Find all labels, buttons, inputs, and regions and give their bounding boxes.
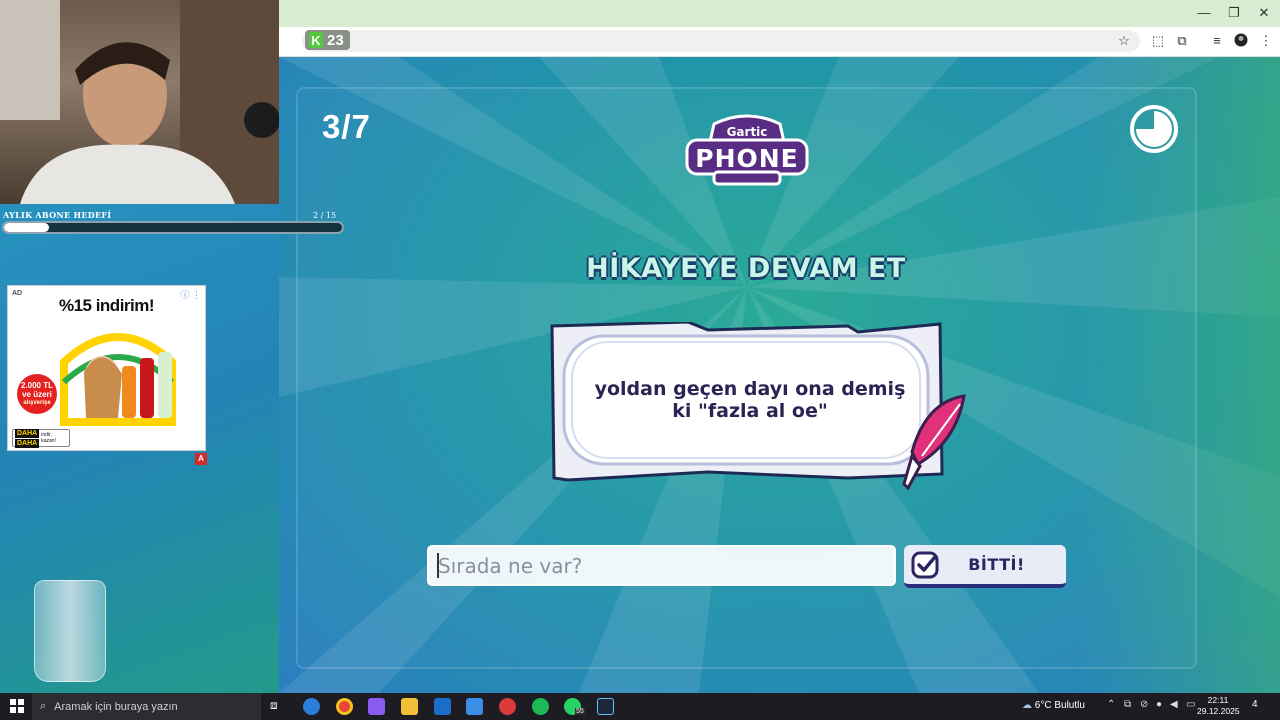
done-button-label: BİTTİ!	[968, 555, 1025, 574]
sub-goal-progress-bar	[2, 221, 344, 234]
steam-icon[interactable]	[597, 698, 614, 715]
gartic-phone-logo: Gartic PHONE	[685, 114, 809, 186]
edge-browser-icon[interactable]	[303, 698, 320, 715]
done-button[interactable]: BİTTİ!	[904, 545, 1066, 588]
volume-icon[interactable]: ◀	[1170, 699, 1178, 710]
ad-headline: %15 indirim!	[58, 296, 155, 315]
search-icon: ⌕	[40, 700, 47, 712]
windows-taskbar: ⌕ Aramak için buraya yazın ⧈ 55 ☁ 6°C Bu…	[0, 693, 1280, 720]
restore-button[interactable]: ❐	[1224, 5, 1244, 21]
ad-brand-line2: DAHA	[15, 438, 40, 448]
ad-choices-badge[interactable]: A	[195, 453, 207, 465]
profile-avatar-icon[interactable]	[1233, 33, 1249, 50]
media-control-icon[interactable]: ≡	[1209, 33, 1225, 48]
whatsapp-badge: 55	[575, 708, 585, 715]
sub-goal-progress-fill	[4, 223, 50, 232]
story-input-field[interactable]	[427, 545, 896, 586]
ad-brand-logo: DAHA DAHA indir, kazan!	[12, 428, 70, 448]
browser-menu-icon[interactable]: ⋮	[1258, 33, 1274, 49]
close-window-button[interactable]: ✕	[1254, 5, 1274, 21]
windows-start-icon[interactable]	[10, 699, 24, 713]
microphone-icon[interactable]: ●	[1156, 699, 1162, 710]
checkmark-icon	[911, 551, 939, 578]
extension-badge-count: 23	[327, 31, 344, 49]
logo-phone-text: PHONE	[695, 144, 799, 173]
round-timer-icon	[1130, 105, 1178, 153]
obs-studio-icon[interactable]	[499, 698, 516, 715]
instruction-heading: HİKAYEYE DEVAM ET	[586, 253, 906, 284]
ad-brand-line1: DAHA	[15, 428, 40, 438]
extensions-puzzle-icon[interactable]: ⧉	[1174, 33, 1190, 49]
story-input[interactable]	[429, 547, 894, 584]
clock-time: 22:11	[1207, 695, 1229, 705]
tray-app-icon[interactable]: ⧉	[1124, 699, 1131, 710]
sub-goal-label: AYLIK ABONE HEDEFİ	[3, 210, 112, 220]
bookmark-star-icon[interactable]: ☆	[1116, 33, 1132, 49]
address-bar[interactable]	[302, 30, 1140, 52]
taskbar-search-placeholder: Aramak için buraya yazın	[54, 700, 178, 713]
ad-brand-slogan2: kazan!	[41, 438, 56, 444]
logo-gartic-text: Gartic	[727, 125, 768, 139]
outlook-icon[interactable]	[434, 698, 451, 715]
notification-center-icon[interactable]: 4	[1252, 699, 1258, 710]
ad-product-image	[60, 333, 176, 426]
webcam-feed	[0, 0, 279, 204]
text-caret	[437, 553, 439, 578]
taskbar-weather[interactable]: ☁ 6°C Bulutlu	[1022, 700, 1085, 711]
ad-discount-badge: 2.000 TL ve üzeri alışverişe	[17, 374, 57, 414]
drinking-glass-overlay	[34, 580, 106, 682]
cloud-icon: ☁	[1022, 700, 1032, 711]
tray-mute-icon[interactable]: ⊘	[1140, 699, 1148, 710]
screenshot-extension-icon[interactable]: ⬚	[1150, 33, 1166, 49]
round-counter: 3/7	[322, 108, 371, 145]
minimize-button[interactable]: —	[1194, 5, 1214, 20]
previous-story-text: yoldan geçen dayı ona demiş ki "fazla al…	[594, 378, 906, 422]
network-icon[interactable]: ▭	[1186, 699, 1195, 710]
ad-amount-line3: alışverişe	[23, 399, 51, 406]
taskbar-clock[interactable]: 22:11 29.12.2025	[1197, 695, 1240, 717]
kick-icon: K	[309, 32, 323, 48]
copilot-icon[interactable]	[368, 698, 385, 715]
notification-count: 4	[1252, 699, 1258, 710]
ad-amount-line2: ve üzeri	[22, 389, 52, 399]
taskbar-search-box[interactable]: ⌕ Aramak için buraya yazın	[32, 693, 261, 720]
ad-amount-line1: 2.000 TL	[20, 380, 53, 390]
file-explorer-icon[interactable]	[401, 698, 418, 715]
task-view-icon[interactable]: ⧈	[270, 698, 287, 715]
weather-text: 6°C Bulutlu	[1034, 700, 1085, 711]
spotify-icon[interactable]	[532, 698, 549, 715]
extension-badge[interactable]: K 23	[305, 30, 350, 50]
browser-title-bar	[279, 0, 1280, 27]
microsoft-store-icon[interactable]	[466, 698, 483, 715]
sub-goal-count: 2 / 15	[313, 211, 337, 220]
advertisement[interactable]: AD ⓘ ⋮ %15 indirim! 2.000 TL ve üzeri al…	[7, 285, 206, 451]
clock-date: 29.12.2025	[1197, 706, 1240, 716]
quill-pen-icon	[902, 394, 966, 491]
tray-overflow-icon[interactable]: ⌃	[1107, 699, 1115, 710]
chrome-browser-icon[interactable]	[336, 698, 353, 715]
